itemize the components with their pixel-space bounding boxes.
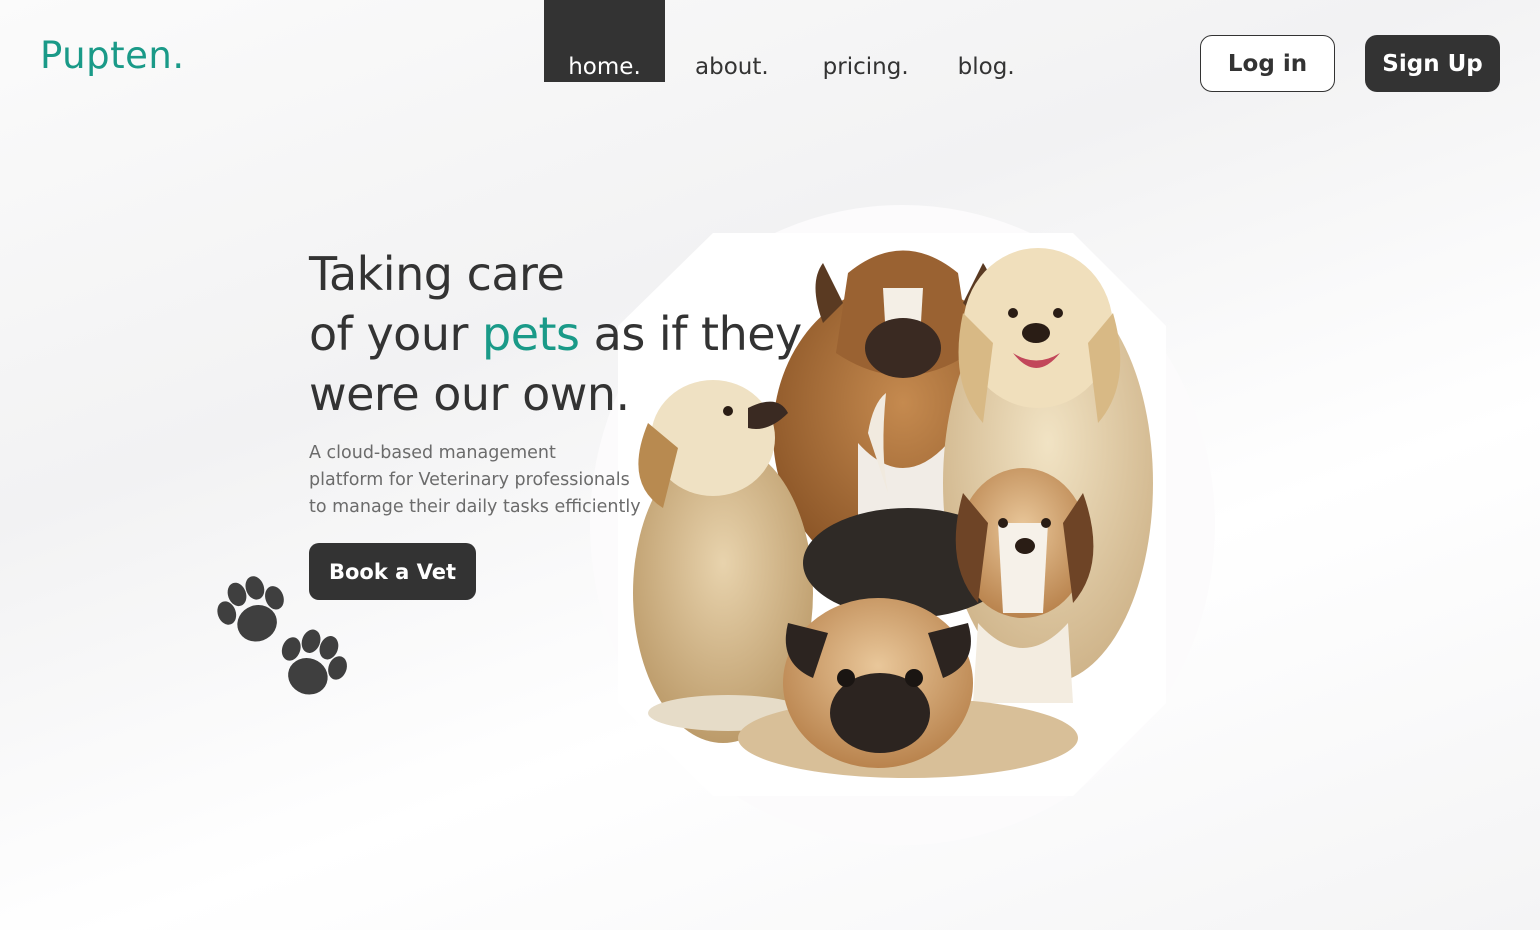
nav-item-home[interactable]: home. (544, 0, 665, 82)
nav-item-pricing[interactable]: pricing. (823, 0, 909, 82)
headline-line-3: were our own. (309, 367, 630, 421)
headline-line-2-end: as if they (579, 307, 803, 361)
brand-logo[interactable]: Pupten. (40, 34, 185, 77)
signup-button[interactable]: Sign Up (1365, 35, 1500, 92)
subtitle-line: platform for Veterinary professionals (309, 470, 630, 490)
hero-subtitle: A cloud-based management platform for Ve… (309, 440, 649, 521)
paw-prints-icon (217, 576, 347, 695)
subtitle-line: to manage their daily tasks efficiently (309, 497, 641, 517)
headline-line-1: Taking care (309, 247, 565, 301)
headline-line-2-start: of your (309, 307, 483, 361)
hero-headline: Taking care of your pets as if they were… (309, 244, 802, 424)
nav-item-blog[interactable]: blog. (958, 0, 1015, 82)
headline-accent-word: pets (482, 307, 580, 361)
main-nav: home. about. pricing. blog. (544, 0, 1015, 82)
login-button[interactable]: Log in (1200, 35, 1335, 92)
subtitle-line: A cloud-based management (309, 443, 556, 463)
nav-item-about[interactable]: about. (695, 0, 769, 82)
